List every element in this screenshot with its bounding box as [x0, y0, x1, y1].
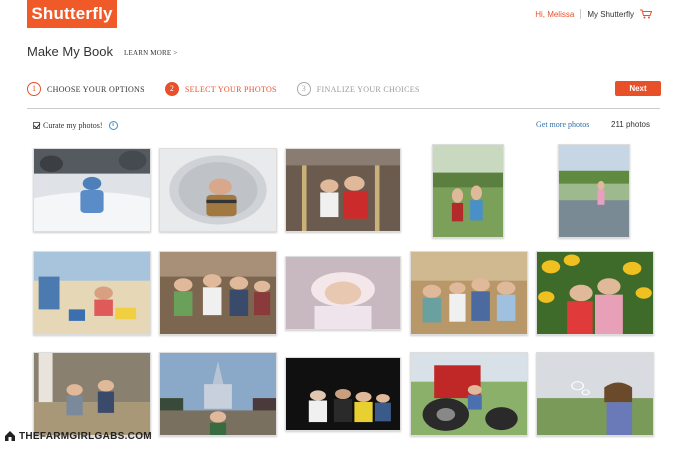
photo-thumbnail-child-in-dryer[interactable]: [159, 148, 277, 232]
photo-thumbnail-kids-at-beach[interactable]: [33, 251, 151, 335]
shutterfly-logo[interactable]: Shutterfly: [27, 0, 117, 28]
photo-thumbnail-family-indoor-group[interactable]: [159, 251, 277, 335]
photo-thumbnail-child-by-pond[interactable]: [558, 144, 630, 238]
page-title: Make My Book: [27, 44, 113, 59]
user-greeting-link[interactable]: Hi, Melissa: [535, 10, 574, 19]
info-icon[interactable]: i: [108, 121, 118, 130]
next-button[interactable]: Next: [615, 81, 661, 96]
learn-more-link[interactable]: LEARN MORE >: [124, 49, 177, 57]
top-nav: Hi, Melissa My Shutterfly: [535, 9, 652, 19]
get-more-photos-link[interactable]: Get more photos: [536, 120, 589, 129]
photo-thumbnail-girls-in-sunflowers[interactable]: [536, 251, 654, 335]
step-finalize-choices[interactable]: 3 FINALIZE YOUR CHOICES: [296, 82, 420, 96]
step-select-photos[interactable]: 2 SELECT YOUR PHOTOS: [164, 82, 277, 96]
step-label: SELECT YOUR PHOTOS: [184, 84, 277, 94]
curate-label: Curate my photos!: [43, 121, 103, 130]
step-choose-options[interactable]: 1 CHOOSE YOUR OPTIONS: [27, 82, 145, 96]
step-label: FINALIZE YOUR CHOICES: [316, 84, 420, 94]
curate-checkbox[interactable]: [33, 122, 40, 129]
step-number: 1: [27, 82, 41, 96]
photo-thumbnail-kids-on-grass[interactable]: [432, 144, 504, 238]
photo-thumbnail-kids-on-tractor[interactable]: [410, 352, 528, 436]
watermark: THEFARMGIRLGABS.COM: [4, 430, 152, 442]
photo-thumbnail-girl-blowing-bubbles[interactable]: [536, 352, 654, 436]
watermark-text: THEFARMGIRLGABS.COM: [19, 430, 152, 442]
photo-count: 211 photos: [611, 120, 650, 129]
photo-thumbnail-family-at-carousel[interactable]: [285, 148, 401, 232]
divider: [27, 108, 660, 109]
photo-thumbnail-family-group-living-room[interactable]: [410, 251, 528, 335]
photo-thumbnail-child-in-snow[interactable]: [33, 148, 151, 232]
barn-icon: [5, 431, 15, 441]
my-shutterfly-link[interactable]: My Shutterfly: [587, 10, 634, 19]
cart-icon[interactable]: [640, 9, 652, 19]
nav-divider: [580, 9, 582, 19]
photo-thumbnail-castle-theme-park[interactable]: [159, 352, 277, 436]
step-number: 3: [296, 82, 311, 96]
step-label: CHOOSE YOUR OPTIONS: [47, 84, 145, 94]
photo-thumbnail-boys-on-porch[interactable]: [33, 352, 151, 436]
photo-thumbnail-group-at-night[interactable]: [285, 357, 401, 431]
step-number: 2: [164, 82, 179, 96]
step-progress: 1 CHOOSE YOUR OPTIONS 2 SELECT YOUR PHOT…: [27, 82, 440, 96]
photo-thumbnail-sleeping-baby[interactable]: [285, 256, 401, 330]
curate-toggle[interactable]: Curate my photos! i: [33, 121, 118, 130]
